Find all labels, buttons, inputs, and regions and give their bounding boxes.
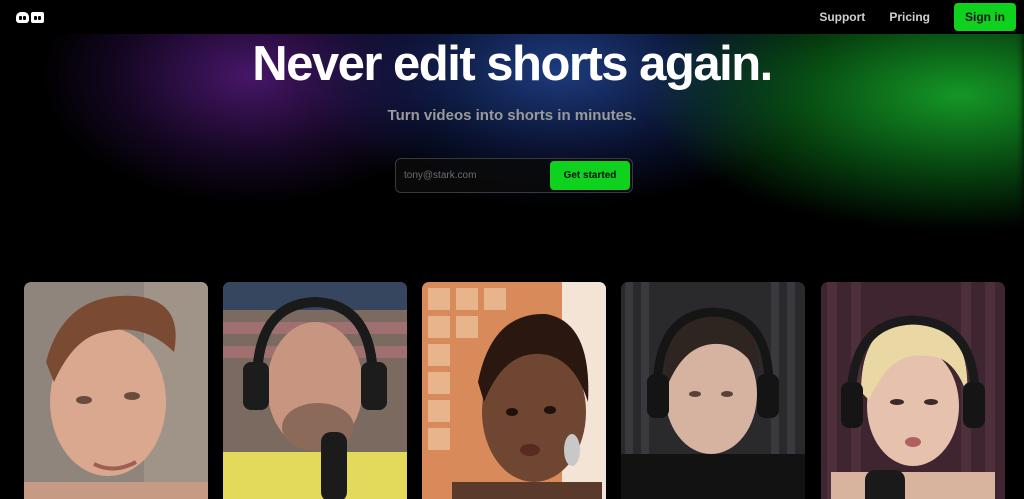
thumbnail-image <box>621 282 805 499</box>
email-input[interactable] <box>404 170 550 181</box>
thumbnail-image <box>422 282 606 499</box>
thumbnail-image <box>223 282 407 499</box>
logo-eyes-icon[interactable] <box>16 11 44 23</box>
thumbnail-image <box>24 282 208 499</box>
email-signup-form: Get started <box>395 158 633 193</box>
thumbnail-image <box>821 282 1005 499</box>
hero-subtitle: Turn videos into shorts in minutes. <box>387 107 637 124</box>
video-thumbnail-card[interactable] <box>223 282 407 499</box>
video-thumbnail-card[interactable] <box>621 282 805 499</box>
hero-title: Never edit shorts again. <box>252 37 773 91</box>
support-link[interactable]: Support <box>819 10 865 24</box>
get-started-button[interactable]: Get started <box>550 161 630 190</box>
pricing-link[interactable]: Pricing <box>889 10 930 24</box>
video-thumbnail-card[interactable] <box>24 282 208 499</box>
logo-left-eye-icon <box>16 11 29 23</box>
video-thumbnail-card[interactable] <box>821 282 1005 499</box>
logo-right-eye-icon <box>31 11 44 23</box>
navbar: Support Pricing Sign in <box>0 0 1024 34</box>
sign-in-button[interactable]: Sign in <box>954 3 1016 31</box>
video-thumbnail-card[interactable] <box>422 282 606 499</box>
nav-links: Support Pricing Sign in <box>819 3 1016 31</box>
page: Support Pricing Sign in Never edit short… <box>0 0 1024 499</box>
